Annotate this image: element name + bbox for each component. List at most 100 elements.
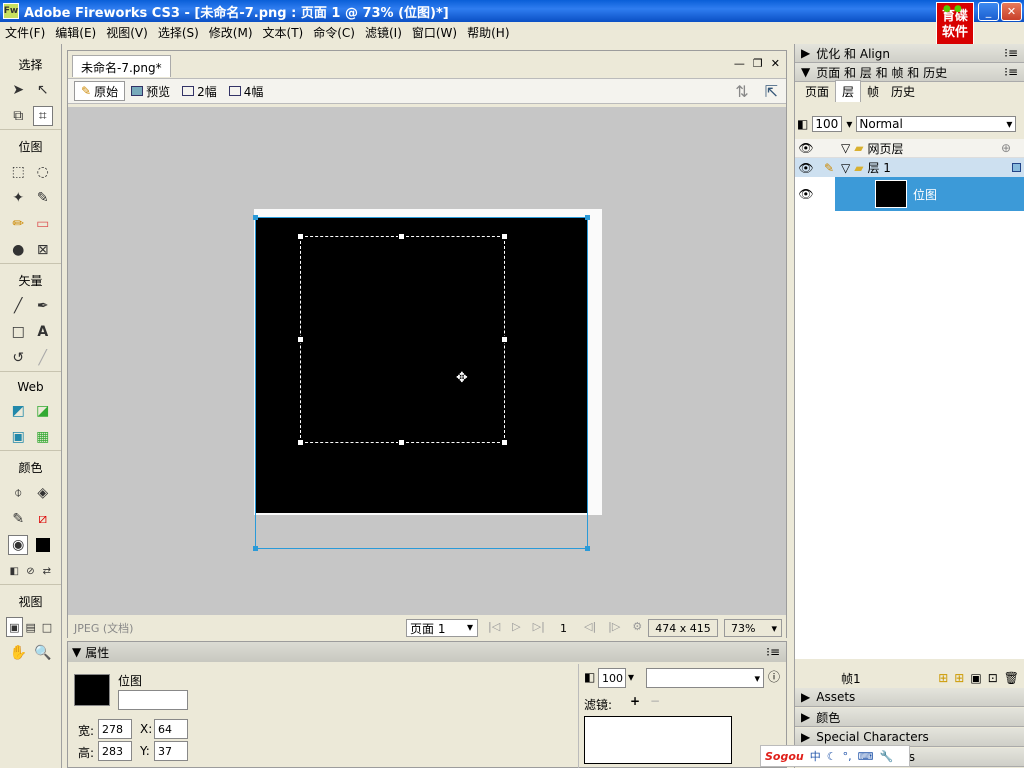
view-4up-button[interactable]: 4幅 — [223, 81, 270, 101]
eye-icon[interactable]: 👁 — [795, 177, 817, 211]
full-screen-menu-icon[interactable]: ▤ — [23, 617, 39, 637]
menu-modify[interactable]: 修改(M) — [204, 24, 258, 41]
tab-frames[interactable]: 帧 — [861, 81, 885, 102]
pages-layers-panel-header[interactable]: ▼ 页面 和 层 和 帧 和 历史 ⁝≡ — [795, 63, 1024, 82]
opacity-input[interactable]: 100 — [598, 668, 626, 688]
layer-opacity-input[interactable]: 100 — [812, 116, 843, 132]
blend-mode-select[interactable]: Normal ▾ — [856, 116, 1017, 132]
scale-tool-icon[interactable]: ⧉ — [8, 106, 28, 126]
opacity-dropdown-arrow-icon[interactable]: ▾ — [846, 117, 852, 131]
x-input[interactable]: 64 — [154, 719, 188, 739]
menu-filters[interactable]: 滤镜(I) — [360, 24, 407, 41]
hand-tool-icon[interactable]: ✋ — [8, 643, 28, 663]
marquee-handle[interactable] — [297, 336, 304, 343]
marquee-tool-icon[interactable]: ⬚ — [8, 162, 28, 182]
paint-bucket-icon[interactable]: ◈ — [33, 483, 53, 503]
menu-file[interactable]: 文件(F) — [0, 24, 50, 41]
bounds-handle[interactable] — [253, 215, 258, 220]
first-frame-icon[interactable]: |◁ — [488, 620, 500, 633]
brush-tool-icon[interactable]: ✎ — [33, 188, 53, 208]
expand-icon[interactable]: ▽ — [841, 141, 850, 155]
layer-row-1[interactable]: 👁 ✎ ▽ ▰ 层 1 — [795, 158, 1024, 177]
freeform-tool-icon[interactable]: ↺ — [8, 348, 28, 368]
slice-tool-icon[interactable]: ◪ — [33, 401, 53, 421]
marquee-handle[interactable] — [501, 233, 508, 240]
opacity-dropdown-arrow-icon[interactable]: ▾ — [628, 670, 634, 684]
menu-view[interactable]: 视图(V) — [101, 24, 153, 41]
tab-history[interactable]: 历史 — [885, 81, 921, 102]
next-frame-icon[interactable]: |▷ — [608, 620, 620, 633]
punctuation-icon[interactable]: °, — [843, 750, 852, 763]
menu-select[interactable]: 选择(S) — [153, 24, 204, 41]
bounds-handle[interactable] — [585, 215, 590, 220]
document-tab[interactable]: 未命名-7.png* — [72, 55, 171, 77]
width-input[interactable]: 278 — [98, 719, 132, 739]
zoom-tool-icon[interactable]: 🔍 — [33, 643, 53, 663]
bounds-handle[interactable] — [253, 546, 258, 551]
standard-screen-icon[interactable]: ▣ — [6, 617, 23, 637]
blend-mode-select[interactable]: ▾ — [646, 668, 764, 688]
canvas-dimensions[interactable]: 474 x 415 — [648, 619, 718, 637]
page-select[interactable]: 页面 1 ▾ — [406, 619, 478, 637]
doc-close-icon[interactable]: ✕ — [771, 57, 780, 70]
full-screen-icon[interactable]: □ — [39, 617, 55, 637]
panel-options-icon[interactable]: ⁝≡ — [766, 645, 780, 659]
y-input[interactable]: 37 — [154, 741, 188, 761]
minimize-button[interactable]: _ — [978, 1, 999, 21]
moon-icon[interactable]: ☾ — [827, 750, 837, 763]
view-preview-button[interactable]: 预览 — [125, 81, 176, 101]
eyedropper-tool-icon[interactable]: ⌽ — [8, 483, 28, 503]
new-layer-icon[interactable]: ⊞ — [954, 671, 964, 685]
pointer-tool-icon[interactable]: ➤ — [8, 80, 28, 100]
view-2up-button[interactable]: 2幅 — [176, 81, 223, 101]
swap-colors-icon[interactable]: ⇄ — [39, 561, 55, 581]
remove-filter-icon[interactable]: − — [650, 694, 660, 708]
doc-minimize-icon[interactable]: — — [734, 57, 745, 70]
menu-window[interactable]: 窗口(W) — [407, 24, 462, 41]
marquee-selection[interactable] — [297, 233, 508, 446]
magic-wand-icon[interactable]: ✦ — [8, 188, 28, 208]
bounds-handle[interactable] — [585, 546, 590, 551]
close-button[interactable]: ✕ — [1001, 1, 1022, 21]
crop-tool-icon[interactable]: ⌗ — [32, 106, 53, 126]
hide-slices-icon[interactable]: ▣ — [8, 427, 28, 447]
prev-frame-icon[interactable]: ◁| — [584, 620, 596, 633]
show-slices-icon[interactable]: ▦ — [33, 427, 53, 447]
properties-header[interactable]: ▼ 属性 ⁝≡ — [68, 642, 786, 662]
marquee-handle[interactable] — [297, 439, 304, 446]
doc-restore-icon[interactable]: ❐ — [753, 57, 763, 70]
marquee-handle[interactable] — [398, 439, 405, 446]
help-icon[interactable]: ⓘ — [768, 668, 780, 685]
marquee-handle[interactable] — [501, 439, 508, 446]
optimize-align-panel-header[interactable]: ▶ 优化 和 Align ⁝≡ — [795, 44, 1024, 63]
pencil-icon[interactable]: ✎ — [817, 161, 841, 175]
expand-icon[interactable]: ▽ — [841, 161, 850, 175]
pencil-tool-icon[interactable]: ✏ — [8, 214, 28, 234]
stroke-color-icon[interactable]: ✎ — [8, 509, 28, 529]
keyboard-icon[interactable]: ⌨ — [858, 750, 874, 763]
layer-row-bitmap[interactable]: 👁 位图 — [795, 177, 1024, 211]
rectangle-tool-icon[interactable]: □ — [8, 322, 28, 342]
eraser-tool-icon[interactable]: ▭ — [33, 214, 53, 234]
share-layer-icon[interactable]: ⊕ — [1001, 141, 1011, 155]
subselect-tool-icon[interactable]: ↖ — [33, 80, 53, 100]
eye-icon[interactable]: 👁 — [795, 161, 817, 175]
fill-color-icon[interactable]: ◉ — [8, 535, 29, 555]
menu-edit[interactable]: 编辑(E) — [50, 24, 101, 41]
lasso-tool-icon[interactable]: ◌ — [33, 162, 53, 182]
stroke-none-swatch[interactable]: ⧄ — [33, 509, 53, 529]
quick-export-arrows-icon[interactable]: ⇅ — [735, 82, 748, 101]
quick-export-icon[interactable]: ⇱ — [765, 82, 778, 101]
add-filter-icon[interactable]: + — [630, 694, 640, 708]
menu-text[interactable]: 文本(T) — [258, 24, 309, 41]
layer-row-web[interactable]: 👁 ▽ ▰ 网页层 ⊕ — [795, 139, 1024, 158]
tab-layers[interactable]: 层 — [835, 80, 862, 102]
trash-icon[interactable]: 🗑 — [1004, 671, 1019, 685]
menu-commands[interactable]: 命令(C) — [308, 24, 360, 41]
height-input[interactable]: 283 — [98, 741, 132, 761]
marquee-handle[interactable] — [398, 233, 405, 240]
hotspot-tool-icon[interactable]: ◩ — [8, 401, 28, 421]
assets-panel-header[interactable]: ▶ Assets — [795, 688, 1024, 707]
no-color-icon[interactable]: ⊘ — [22, 561, 38, 581]
fill-color-swatch[interactable] — [33, 535, 53, 555]
